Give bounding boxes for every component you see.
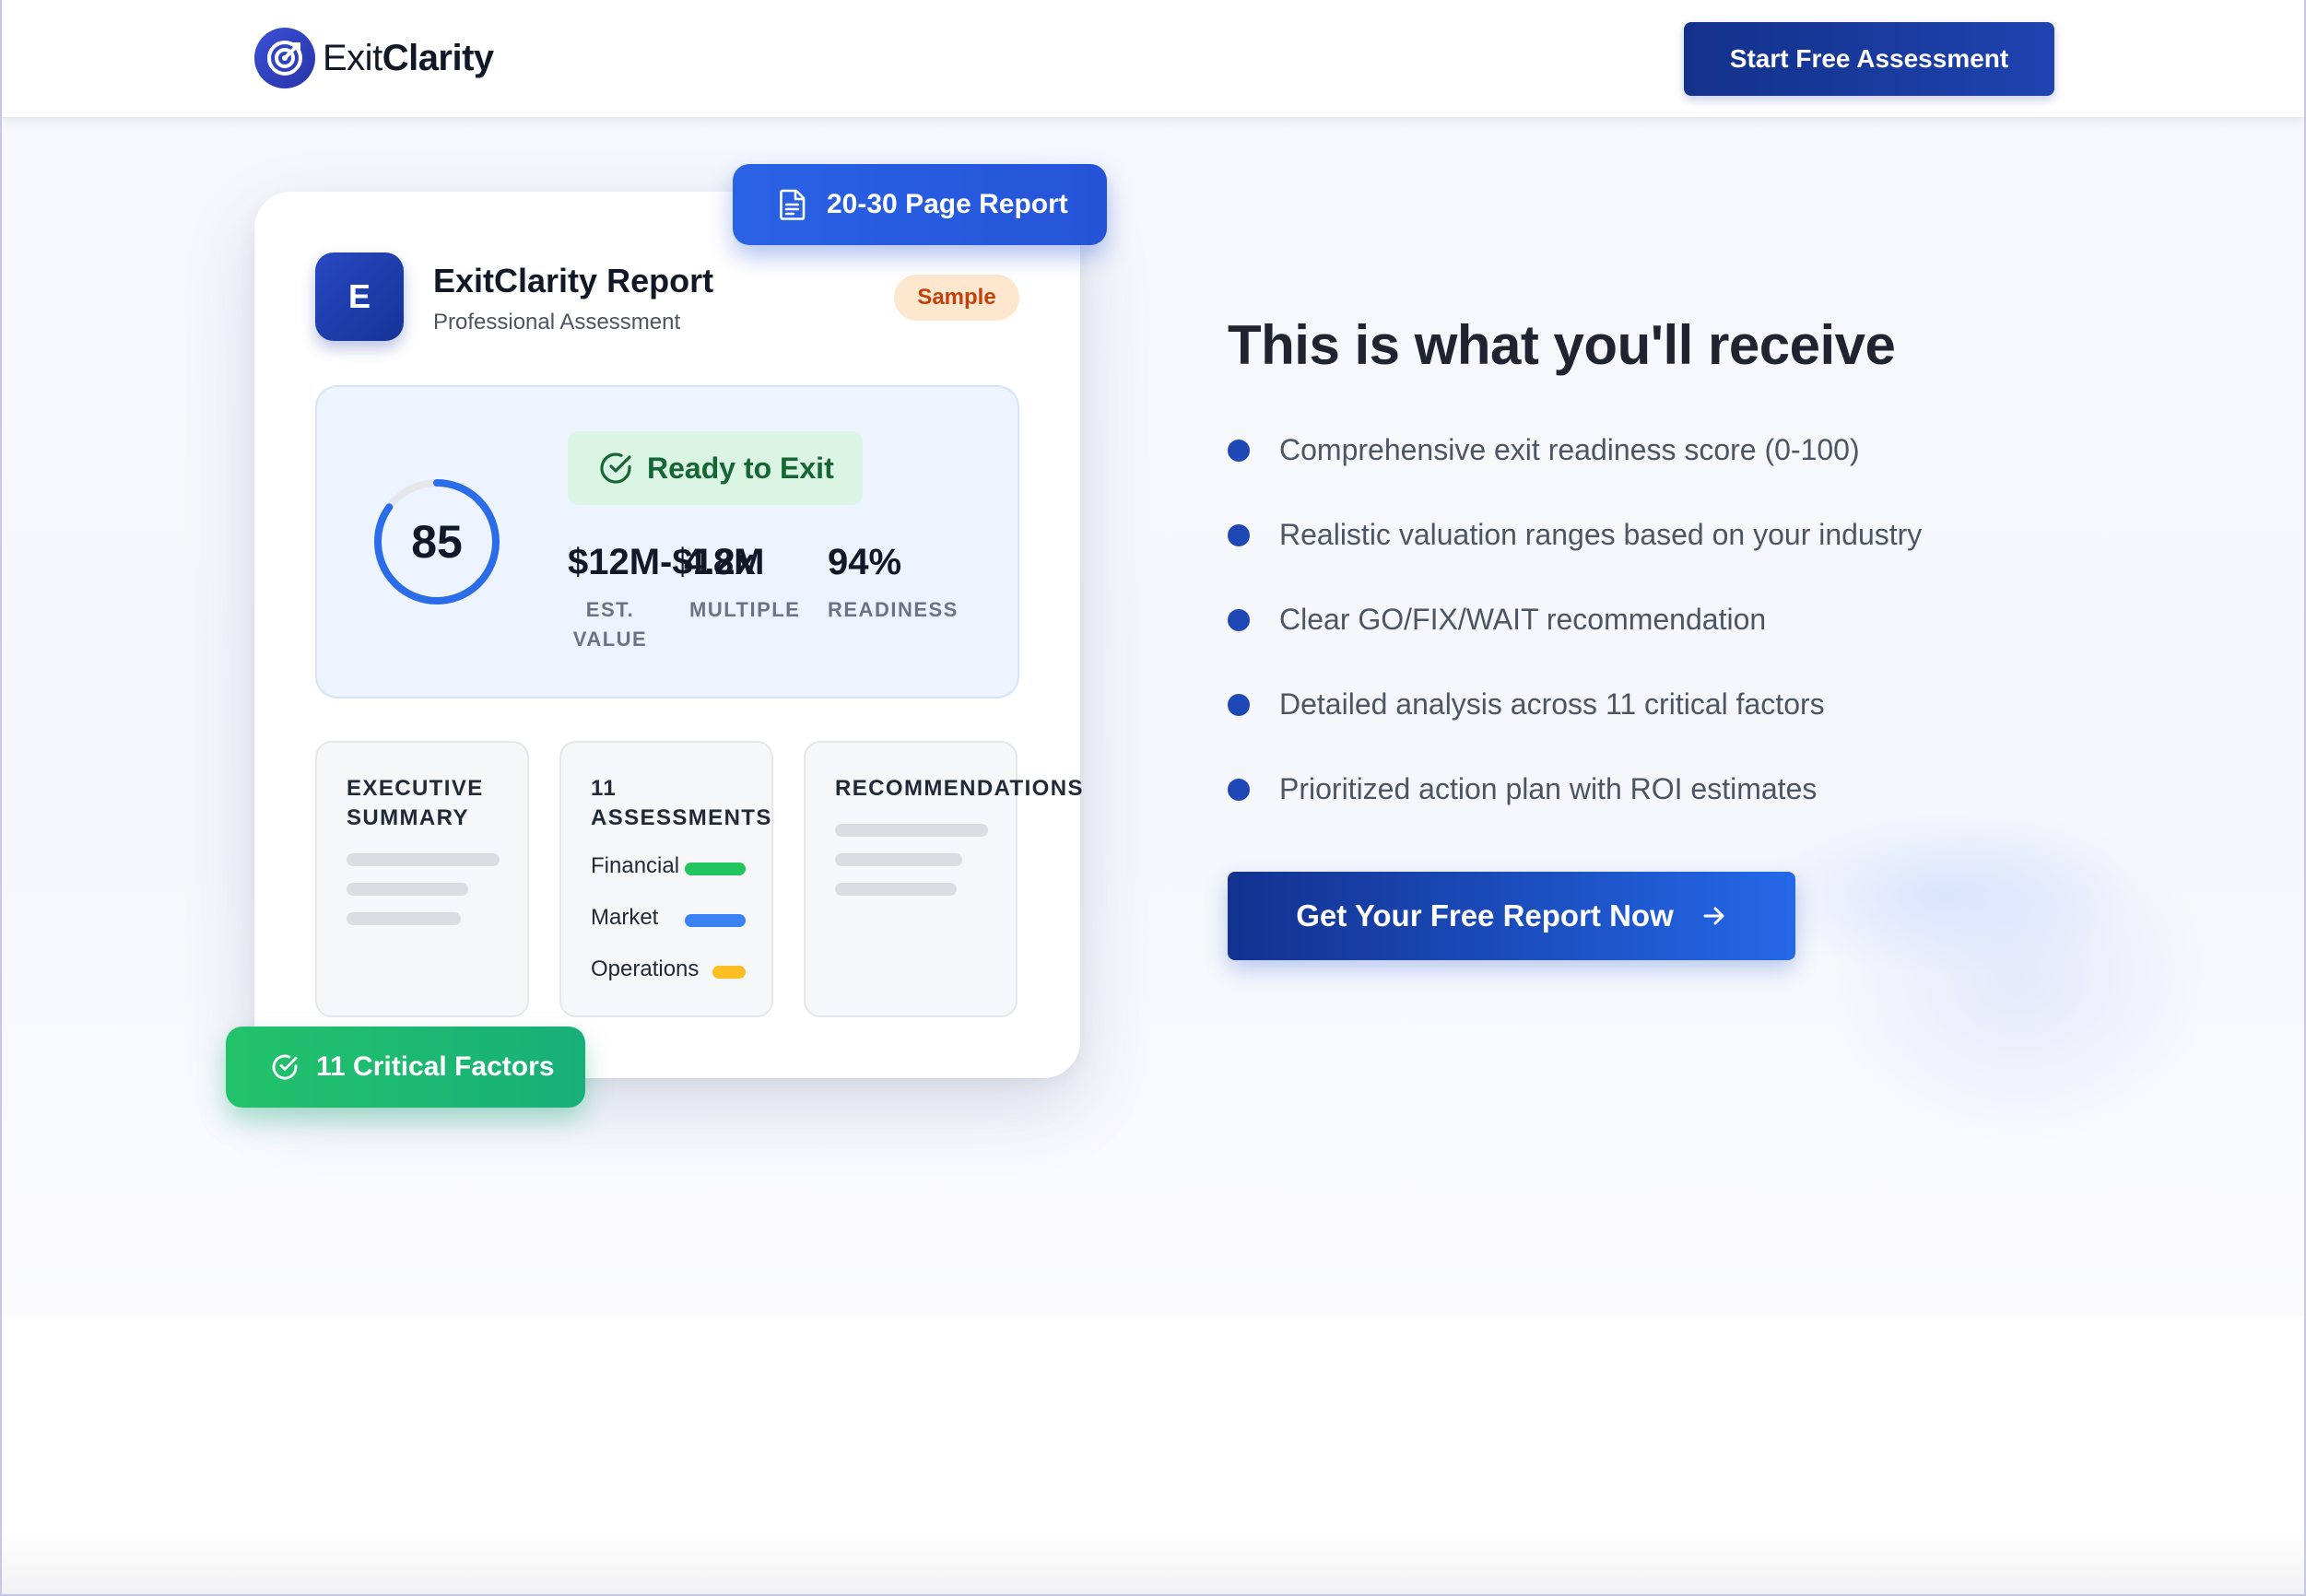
bullet-dot xyxy=(1228,439,1250,462)
page-report-label: 20-30 Page Report xyxy=(827,189,1068,219)
placeholder-line xyxy=(835,883,957,896)
assessment-row-operations: Operations xyxy=(591,956,699,982)
benefit-item: Prioritized action plan with ROI estimat… xyxy=(1228,772,1817,806)
score-value: 85 xyxy=(411,516,463,568)
est-value-label-line: VALUE xyxy=(572,628,648,651)
get-free-report-label: Get Your Free Report Now xyxy=(1296,898,1674,933)
benefit-item: Realistic valuation ranges based on your… xyxy=(1228,518,1922,552)
ready-to-exit-label: Ready to Exit xyxy=(647,451,834,485)
benefit-item: Comprehensive exit readiness score (0-10… xyxy=(1228,433,1860,467)
report-title: ExitClarity Report xyxy=(433,262,714,299)
assessment-label: Financial xyxy=(591,853,680,878)
benefit-text: Detailed analysis across 11 critical fac… xyxy=(1279,687,1825,721)
recommendations-card: RECOMMENDATIONS xyxy=(804,741,1082,1017)
placeholder-line xyxy=(347,883,468,896)
score-panel: 85 Ready to Exit $12M-$18M 4.2x 94% EST.… xyxy=(315,385,1019,698)
check-circle-icon xyxy=(272,1054,298,1080)
start-free-assessment-button[interactable]: Start Free Assessment xyxy=(1684,22,2054,96)
section-title-line: SUMMARY xyxy=(347,805,469,830)
footer-shade xyxy=(2,1530,2304,1594)
check-circle-icon xyxy=(600,452,631,484)
bullet-dot xyxy=(1228,693,1250,716)
benefit-item: Detailed analysis across 11 critical fac… xyxy=(1228,687,1825,722)
cta-glow xyxy=(1751,811,2138,977)
target-icon xyxy=(254,28,315,88)
logo-text-suffix: Clarity xyxy=(382,37,495,78)
bullet-dot xyxy=(1228,608,1250,631)
placeholder-line xyxy=(347,912,461,925)
assessment-label: Operations xyxy=(591,956,700,981)
bullet-dot xyxy=(1228,778,1250,801)
document-icon xyxy=(780,189,806,220)
report-preview-card: E ExitClarity Report Professional Assess… xyxy=(254,192,1082,1078)
report-avatar: E xyxy=(315,252,404,341)
critical-factors-badge: 11 Critical Factors xyxy=(226,1027,585,1108)
executive-summary-card: EXECUTIVE SUMMARY xyxy=(315,741,529,1017)
benefit-text: Prioritized action plan with ROI estimat… xyxy=(1279,772,1818,805)
market-bar xyxy=(685,914,746,927)
arrow-right-icon xyxy=(1703,907,1724,925)
financial-bar xyxy=(685,863,746,875)
benefit-text: Clear GO/FIX/WAIT recommendation xyxy=(1279,603,1767,636)
assessment-row-market: Market xyxy=(591,905,658,931)
benefit-text: Realistic valuation ranges based on your… xyxy=(1279,518,1923,551)
site-header: ExitClarity Start Free Assessment xyxy=(2,0,2304,118)
sample-badge: Sample xyxy=(894,275,1019,321)
section-title: EXECUTIVE SUMMARY xyxy=(347,774,484,833)
assessment-row-financial: Financial xyxy=(591,853,679,879)
section-title: RECOMMENDATIONS xyxy=(835,776,1084,801)
placeholder-line xyxy=(347,853,500,866)
readiness-stat: 94% xyxy=(828,542,902,582)
benefit-item: Clear GO/FIX/WAIT recommendation xyxy=(1228,603,1766,637)
multiple-stat: 4.2x xyxy=(684,542,756,582)
multiple-label: MULTIPLE xyxy=(689,598,801,621)
get-free-report-button[interactable]: Get Your Free Report Now xyxy=(1228,872,1795,960)
benefits-heading: This is what you'll receive xyxy=(1228,314,1896,376)
benefit-text: Comprehensive exit readiness score (0-10… xyxy=(1279,433,1860,466)
section-title-line: 11 xyxy=(591,776,618,801)
readiness-label: READINESS xyxy=(828,598,959,621)
report-subtitle: Professional Assessment xyxy=(433,310,681,334)
section-title-line: ASSESSMENTS xyxy=(591,805,772,830)
est-value-label-line: EST. xyxy=(585,598,635,621)
placeholder-line xyxy=(835,853,962,866)
assessment-label: Market xyxy=(591,905,659,930)
section-title-line: EXECUTIVE xyxy=(347,776,484,801)
logo-text: ExitClarity xyxy=(323,38,494,79)
logo-text-prefix: Exit xyxy=(323,37,382,78)
critical-factors-label: 11 Critical Factors xyxy=(316,1051,555,1082)
section-title: 11 ASSESSMENTS xyxy=(591,774,772,833)
operations-bar xyxy=(712,966,746,979)
page-report-badge: 20-30 Page Report xyxy=(733,164,1107,245)
est-value-label: EST. VALUE xyxy=(568,595,653,654)
assessments-card: 11 ASSESSMENTS Financial Market Operatio… xyxy=(559,741,773,1017)
bullet-dot xyxy=(1228,523,1250,546)
logo[interactable]: ExitClarity xyxy=(254,28,494,88)
placeholder-line xyxy=(835,824,988,837)
ready-to-exit-badge: Ready to Exit xyxy=(568,431,863,505)
